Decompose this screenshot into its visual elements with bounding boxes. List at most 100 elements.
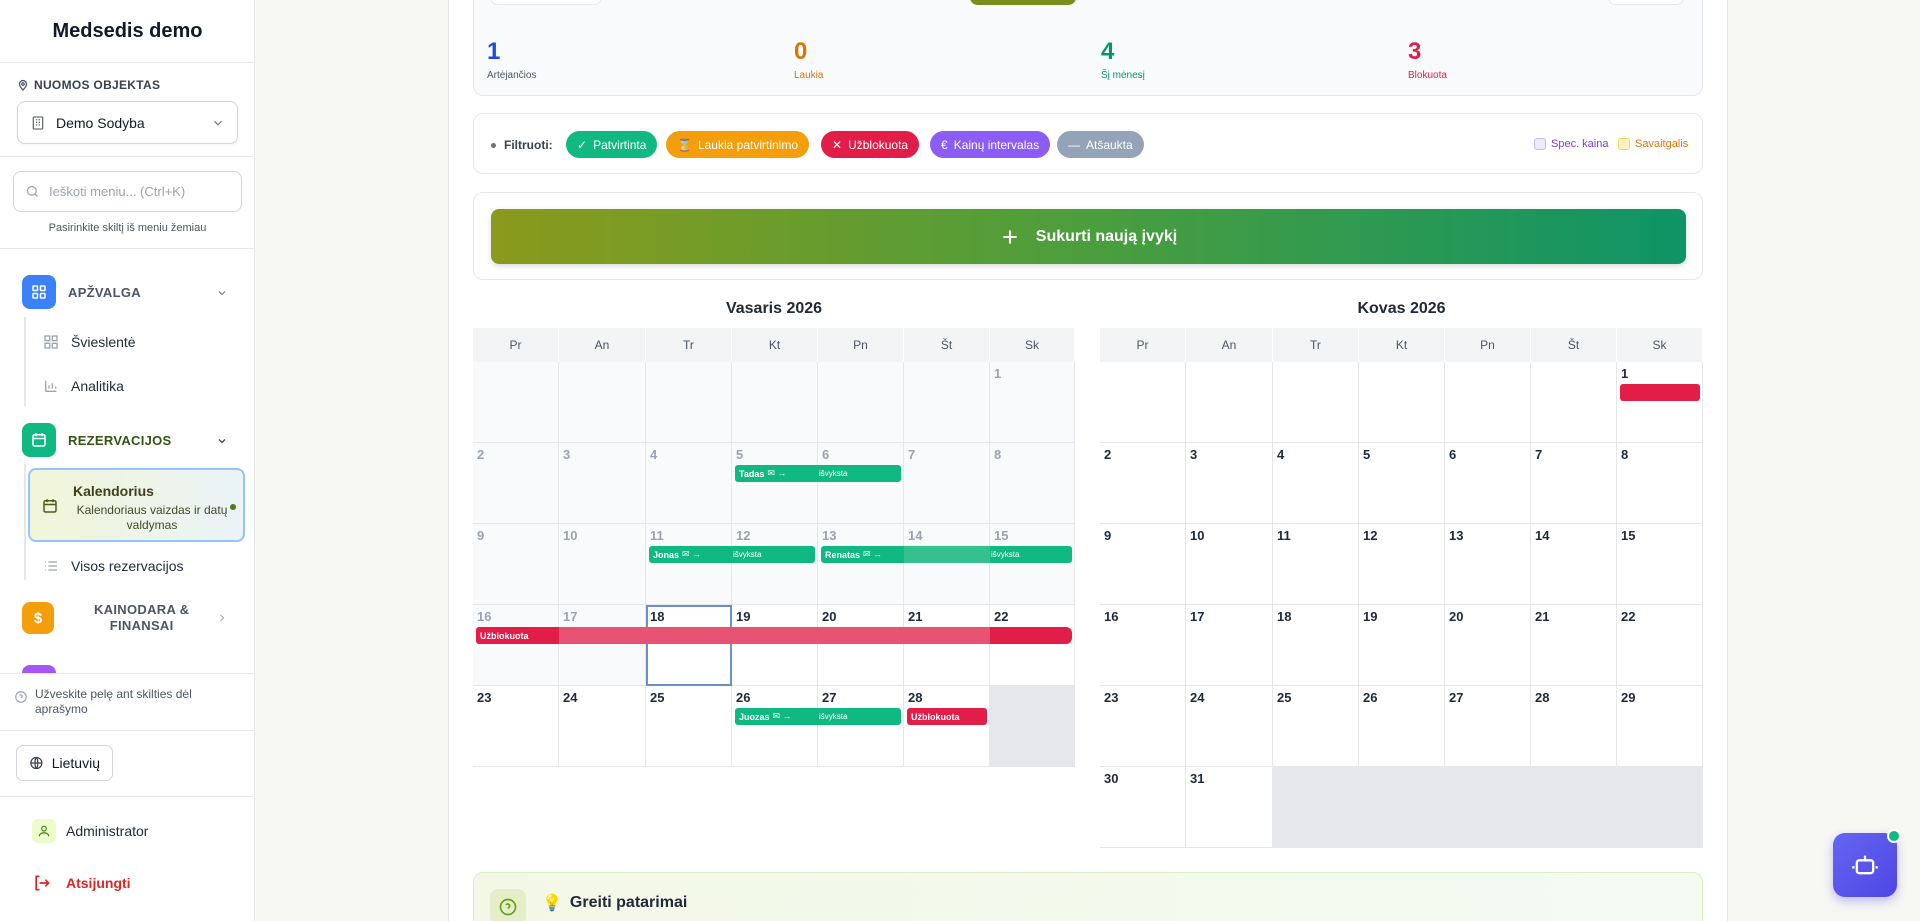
calendar-day-cell[interactable]: 25 (1273, 686, 1359, 767)
calendar-day-cell[interactable]: 2 (473, 443, 559, 524)
calendar-day-cell[interactable]: 6 (818, 443, 904, 524)
user-profile[interactable]: Administrator (32, 819, 148, 843)
calendar-day-cell[interactable]: 16 (1100, 605, 1186, 686)
menu-search[interactable] (13, 171, 242, 212)
calendar-day-cell[interactable]: 5 (732, 443, 818, 524)
calendar-day-cell[interactable]: 12 (732, 524, 818, 605)
assistant-bot-button[interactable] (1833, 829, 1901, 897)
day-number: 2 (477, 447, 485, 462)
sidebar-item-all-reservations[interactable]: Visos rezervacijos (43, 558, 184, 574)
sidebar-item-analytics[interactable]: Analitika (43, 378, 124, 394)
day-number: 3 (563, 447, 571, 462)
filter-chip-confirmed[interactable]: ✓ Patvirtinta (566, 131, 658, 158)
weekday-header: Pn (818, 328, 904, 362)
calendar-day-cell[interactable]: 20 (1445, 605, 1531, 686)
calendar-day-cell[interactable]: 25 (646, 686, 732, 767)
calendar-day-cell[interactable]: 13 (818, 524, 904, 605)
calendar-day-cell[interactable]: 24 (1186, 686, 1273, 767)
calendar-day-cell[interactable]: 28 (904, 686, 990, 767)
filter-chip-blocked[interactable]: ✕ Užblokuota (821, 131, 920, 158)
calendar-day-cell[interactable]: 30 (1100, 767, 1186, 848)
filter-chip-pending[interactable]: ⌛ Laukia patvirtinimo (666, 131, 810, 158)
reservation-event-bar[interactable]: Juozas ✉ → išvyksta (735, 708, 901, 725)
filter-chip-price-range[interactable]: € Kainų intervalas (930, 131, 1051, 158)
blocked-event-bar[interactable]: Užblokuota (907, 708, 987, 725)
calendar-day-cell[interactable]: 2 (1100, 443, 1186, 524)
calendar-day-cell[interactable]: 21 (904, 605, 990, 686)
calendar-day-cell[interactable]: 7 (904, 443, 990, 524)
sidebar-item-dashboard[interactable]: Švieslentė (43, 334, 136, 350)
calendar-day-cell[interactable]: 3 (559, 443, 646, 524)
calendar-day-cell[interactable]: 22 (1617, 605, 1703, 686)
logout-button[interactable]: Atsijungti (32, 873, 131, 893)
reservation-event-bar[interactable]: Jonas ✉ → išvyksta (649, 546, 815, 563)
day-number: 13 (822, 528, 837, 543)
calendar-day-cell[interactable]: 3 (1186, 443, 1273, 524)
blocked-event-bar[interactable] (1620, 384, 1700, 401)
language-button[interactable]: Lietuvių (16, 745, 113, 781)
calendar-day-cell[interactable]: 28 (1531, 686, 1617, 767)
reservation-event-bar[interactable]: Renatas ✉ → išvyksta (821, 546, 1072, 563)
calendar-day-cell[interactable]: 8 (990, 443, 1075, 524)
reservation-event-bar[interactable]: Tadas ✉ → išvyksta (735, 465, 901, 482)
calendar-day-cell[interactable]: 20 (818, 605, 904, 686)
calendar-day-cell[interactable]: 26 (1359, 686, 1445, 767)
property-select[interactable]: Demo Sodyba (17, 101, 238, 144)
calendar-day-cell[interactable]: 5 (1359, 443, 1445, 524)
stat-value: 4 (1101, 38, 1115, 65)
plus-icon (1003, 229, 1017, 244)
check-icon: ✓ (577, 137, 588, 152)
sidebar-item-calendar[interactable]: Kalendorius Kalendoriaus vaizdas ir datų… (28, 468, 245, 542)
calendar-day-cell[interactable]: 9 (1100, 524, 1186, 605)
top-button-left-partial[interactable] (490, 0, 602, 5)
calendar-day-cell[interactable]: 14 (904, 524, 990, 605)
top-button-center-partial[interactable] (970, 0, 1076, 5)
calendar-day-cell[interactable]: 18 (646, 605, 732, 686)
stat-label: Artėjančios (487, 70, 537, 81)
calendar-day-cell[interactable]: 14 (1531, 524, 1617, 605)
calendar-day-cell[interactable]: 27 (818, 686, 904, 767)
calendar-day-cell[interactable]: 12 (1359, 524, 1445, 605)
calendar-day-cell[interactable]: 27 (1445, 686, 1531, 767)
calendar-day-cell[interactable]: 23 (473, 686, 559, 767)
menu-search-input[interactable] (49, 184, 229, 199)
calendar-day-cell[interactable]: 1 (1617, 362, 1703, 443)
calendar-day-cell[interactable]: 31 (1186, 767, 1273, 848)
calendar-day-cell[interactable]: 17 (1186, 605, 1273, 686)
calendar-day-cell[interactable]: 16 (473, 605, 559, 686)
top-button-right-partial[interactable] (1608, 0, 1684, 5)
calendar-day-cell[interactable]: 1 (990, 362, 1075, 443)
calendar-day-cell[interactable]: 15 (990, 524, 1075, 605)
calendar-day-cell[interactable]: 22 (990, 605, 1075, 686)
calendar-day-cell[interactable]: 13 (1445, 524, 1531, 605)
calendar-day-cell[interactable]: 11 (1273, 524, 1359, 605)
nav-group-pricing[interactable]: $ KAINODARA & FINANSAI (22, 602, 242, 634)
calendar-day-cell[interactable]: 4 (646, 443, 732, 524)
blocked-event-bar[interactable]: Užblokuota (476, 627, 1072, 644)
calendar-day-cell[interactable]: 7 (1531, 443, 1617, 524)
checkout-label: išvyksta (991, 550, 1020, 559)
nav-group-reservations[interactable]: REZERVACIJOS (22, 423, 242, 457)
calendar-day-cell[interactable]: 29 (1617, 686, 1703, 767)
calendar-day-cell[interactable]: 18 (1273, 605, 1359, 686)
calendar-day-cell[interactable]: 26 (732, 686, 818, 767)
calendar-day-cell[interactable]: 4 (1273, 443, 1359, 524)
filter-chip-cancelled[interactable]: — Atšaukta (1057, 131, 1144, 158)
calendar-day-cell[interactable]: 10 (559, 524, 646, 605)
calendar-day-cell[interactable]: 23 (1100, 686, 1186, 767)
nav-group-overview[interactable]: APŽVALGA (22, 275, 242, 309)
calendar-day-cell[interactable]: 19 (1359, 605, 1445, 686)
calendar-day-cell[interactable]: 8 (1617, 443, 1703, 524)
calendar-day-cell[interactable]: 6 (1445, 443, 1531, 524)
day-number: 5 (1363, 447, 1371, 462)
legend-weekend: Savaitgalis (1618, 138, 1688, 150)
create-event-button[interactable]: Sukurti naują įvykį (491, 209, 1686, 264)
calendar-day-cell[interactable]: 10 (1186, 524, 1273, 605)
calendar-day-cell[interactable]: 19 (732, 605, 818, 686)
calendar-day-cell[interactable]: 11 (646, 524, 732, 605)
calendar-day-cell[interactable]: 24 (559, 686, 646, 767)
calendar-day-cell[interactable]: 21 (1531, 605, 1617, 686)
calendar-day-cell[interactable]: 9 (473, 524, 559, 605)
calendar-day-cell[interactable]: 17 (559, 605, 646, 686)
calendar-day-cell[interactable]: 15 (1617, 524, 1703, 605)
